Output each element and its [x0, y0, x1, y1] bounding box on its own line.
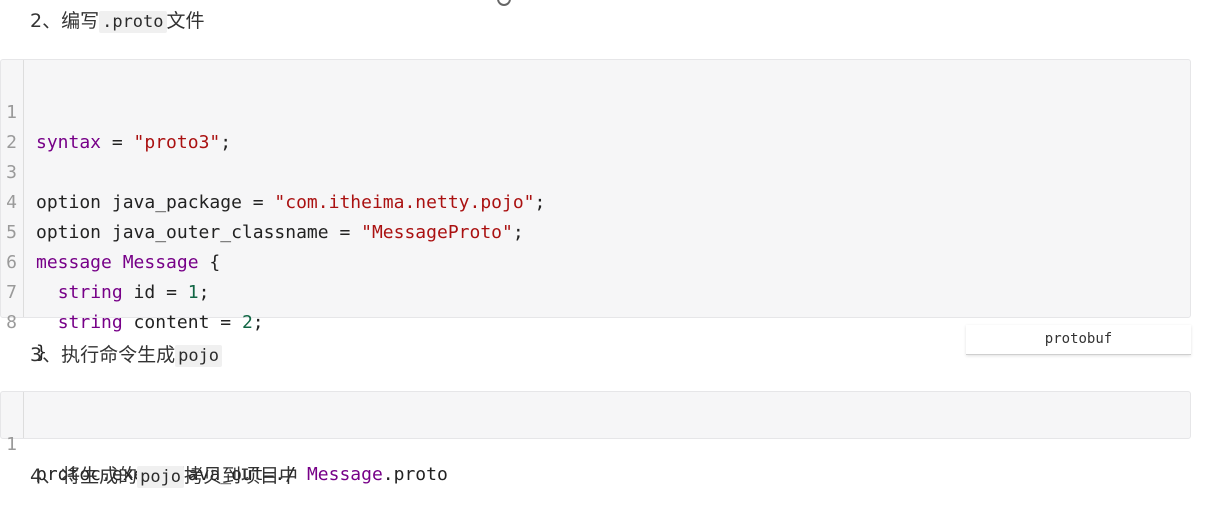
mouse-cursor-icon	[497, 0, 511, 6]
code-line-5: 5 message Message {	[1, 188, 1190, 273]
line-number: 8	[6, 312, 17, 333]
line-number: 1	[6, 434, 17, 455]
proto-code-block[interactable]: 1 syntax = "proto3"; 2 3 option java_pac…	[0, 59, 1191, 363]
code-line-4: 4 option java_outer_classname = "Message…	[1, 158, 1190, 243]
step-2-inline-code: .proto	[99, 11, 167, 33]
step-4-heading: 4、将生成的 pojo 拷贝到项目中	[30, 463, 298, 490]
code-line-1: 1 protoc.exe --java_out=./ Message.proto	[1, 400, 1190, 485]
code-language-label[interactable]: protobuf	[966, 325, 1191, 355]
step-2-heading: 2、编写 .proto 文件	[30, 8, 205, 35]
step-3-heading: 3、执行命令生成 pojo	[30, 342, 223, 369]
step-4-suffix: 拷贝到项目中	[184, 465, 299, 487]
command-code-block[interactable]: 1 protoc.exe --java_out=./ Message.proto	[0, 391, 1191, 485]
code-line-2: 2	[1, 98, 1190, 153]
step-2-text: 2、编写	[30, 10, 100, 32]
code-line-7: 7 string content = 2;	[1, 248, 1190, 333]
step-3-inline-code: pojo	[175, 345, 223, 367]
step-4-text: 4、将生成的	[30, 465, 138, 487]
code-line-3: 3 option java_package = "com.itheima.net…	[1, 128, 1190, 213]
code-line-1: 1 syntax = "proto3";	[1, 68, 1190, 153]
step-3-text: 3、执行命令生成	[30, 344, 176, 366]
step-2-suffix: 文件	[166, 10, 205, 32]
code-line-8: 8 }	[1, 278, 1190, 363]
step-4-inline-code: pojo	[137, 466, 185, 488]
code-line-6: 6 string id = 1;	[1, 218, 1190, 303]
